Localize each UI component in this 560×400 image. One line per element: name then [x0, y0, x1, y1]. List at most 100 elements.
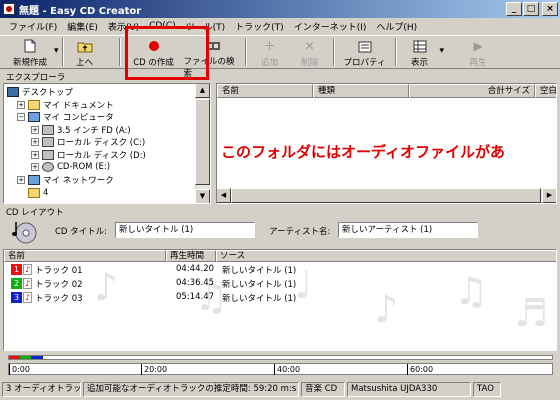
scroll-up-icon[interactable]: ▲: [195, 84, 210, 98]
app-window: 無題 - Easy CD Creator _ □ × ファイル(F) 編集(E)…: [0, 0, 560, 400]
find-files-button[interactable]: ファイルの検索: [184, 36, 242, 79]
list-h-scrollbar[interactable]: ◀ ▶: [217, 188, 556, 203]
track-name: トラック 02: [35, 280, 83, 290]
menu-bar: ファイル(F) 編集(E) 表示(V) CD(C) ツール(T) トラック(T)…: [0, 18, 560, 34]
track-duration: 05:14.47: [176, 292, 215, 302]
track-list[interactable]: ♪ ♫ ♩ ♪ ♫ ♬ 名前 再生時間 ソース 1 ♪ トラック 01 04:4…: [3, 249, 557, 351]
app-icon[interactable]: [3, 3, 15, 15]
plus-icon: ＋: [263, 39, 276, 53]
minimize-button[interactable]: _: [506, 2, 522, 16]
cd-music-icon: [12, 220, 38, 247]
play-button[interactable]: ▶ 再生: [458, 36, 498, 68]
track-row[interactable]: 2 ♪ トラック 02 04:36.45 新しいタイトル (1): [4, 277, 556, 290]
scroll-thumb[interactable]: [195, 99, 210, 185]
track-duration: 04:44.20: [176, 264, 215, 274]
tree-scrollbar[interactable]: ▲ ▼: [195, 84, 210, 203]
time-ruler: 0:00 20:00 40:00 60:00: [8, 363, 553, 375]
tree-item-drive-d[interactable]: + ローカル ディスク (D:): [31, 149, 146, 161]
tree-item-desktop[interactable]: デスクトップ: [7, 86, 73, 98]
add-button[interactable]: ＋ 追加: [250, 36, 290, 68]
up-label: 上へ: [76, 58, 94, 68]
tree-item-my-documents[interactable]: + マイ ドキュメント: [17, 99, 114, 111]
track-name: トラック 03: [35, 294, 83, 304]
collapse-icon[interactable]: −: [17, 113, 25, 121]
folder-icon: [28, 188, 40, 198]
create-cd-button[interactable]: CD の作成: [124, 36, 184, 68]
properties-button[interactable]: プロパティ: [338, 36, 392, 68]
expand-icon[interactable]: +: [31, 151, 39, 159]
ruler-tick: [274, 364, 275, 375]
tree-item-my-computer[interactable]: − マイ コンピュータ: [17, 111, 114, 123]
scroll-left-icon[interactable]: ◀: [217, 188, 231, 203]
create-cd-label: CD の作成: [133, 58, 174, 68]
col-free[interactable]: 空白: [535, 84, 556, 98]
view-button[interactable]: 表示: [400, 36, 440, 68]
col-type[interactable]: 種類: [313, 84, 409, 98]
cd-title-label: CD タイトル:: [55, 227, 108, 237]
floppy-icon: [42, 125, 54, 135]
menu-help[interactable]: ヘルプ(H): [371, 20, 422, 33]
up-button[interactable]: 上へ: [67, 36, 103, 68]
scroll-down-icon[interactable]: ▼: [195, 189, 210, 203]
track-source: 新しいタイトル (1): [222, 266, 297, 276]
title-bar[interactable]: 無題 - Easy CD Creator _ □ ×: [0, 0, 560, 18]
expand-icon[interactable]: +: [31, 138, 39, 146]
ruler-label: 40:00: [277, 365, 301, 374]
drive-icon: [42, 137, 54, 147]
new-project-dropdown-icon[interactable]: ▾: [54, 46, 59, 56]
col-duration[interactable]: 再生時間: [166, 250, 216, 262]
tree-item-floppy[interactable]: + 3.5 インチ FD (A:): [31, 124, 131, 136]
expand-icon[interactable]: +: [17, 176, 25, 184]
delete-button[interactable]: ✕ 削除: [290, 36, 330, 68]
track-row[interactable]: 1 ♪ トラック 01 04:44.20 新しいタイトル (1): [4, 263, 556, 276]
h-scroll-thumb[interactable]: [231, 188, 541, 203]
status-remaining: 追加可能なオーディオトラックの推定時間: 59:20 m:s: [83, 381, 299, 397]
menu-track[interactable]: トラック(T): [230, 20, 289, 33]
menu-internet[interactable]: インターネット(I): [289, 20, 372, 33]
tree-item-network[interactable]: + マイ ネットワーク: [17, 174, 114, 186]
menu-edit[interactable]: 編集(E): [62, 20, 103, 33]
properties-label: プロパティ: [343, 58, 386, 68]
record-icon: [146, 39, 162, 53]
track-number-badge: 3: [11, 292, 22, 303]
menu-cd[interactable]: CD(C): [144, 21, 181, 31]
audio-file-icon: ♪: [23, 278, 32, 289]
col-source[interactable]: ソース: [216, 250, 556, 262]
menu-tools[interactable]: ツール(T): [181, 20, 231, 33]
file-list[interactable]: 名前 種類 合計サイズ 空白 このフォルダにはオーディオファイルがあ ◀ ▶: [216, 83, 557, 204]
artist-label: アーティスト名:: [269, 227, 331, 237]
expand-icon[interactable]: +: [31, 126, 39, 134]
find-files-icon: [205, 39, 221, 52]
ruler-tick: [141, 364, 142, 375]
cd-title-input[interactable]: 新しいタイトル (1): [115, 222, 255, 238]
expand-icon[interactable]: +: [17, 101, 25, 109]
toolbar-separator: [244, 38, 247, 66]
find-files-label: ファイルの検索: [183, 57, 235, 79]
expand-icon[interactable]: +: [31, 163, 39, 171]
track-usage-bar: [8, 355, 553, 360]
col-track-name[interactable]: 名前: [4, 250, 166, 262]
artist-input[interactable]: 新しいアーティスト (1): [338, 222, 478, 238]
tree-item-cdrom[interactable]: + CD-ROM (E:): [31, 161, 110, 173]
menu-file[interactable]: ファイル(F): [4, 20, 62, 33]
close-button[interactable]: ×: [542, 2, 558, 16]
delete-x-icon: ✕: [304, 39, 315, 53]
delete-label: 削除: [301, 58, 319, 68]
tree-item-drive-c[interactable]: + ローカル ディスク (C:): [31, 136, 145, 148]
folder-tree[interactable]: デスクトップ + マイ ドキュメント − マイ コンピュータ + 3.5 インチ…: [3, 83, 211, 204]
folder-up-icon: [77, 39, 93, 53]
status-drive: Matsushita UJDA330: [347, 381, 471, 397]
track-row[interactable]: 3 ♪ トラック 03 05:14.47 新しいタイトル (1): [4, 291, 556, 304]
toolbar-separator: [118, 38, 121, 66]
status-mode: TAO: [473, 381, 501, 397]
col-name[interactable]: 名前: [217, 84, 313, 98]
tree-item-4[interactable]: 4: [28, 187, 48, 199]
new-project-button[interactable]: 新規作成: [6, 36, 54, 68]
col-size[interactable]: 合計サイズ: [409, 84, 535, 98]
track-name: トラック 01: [35, 266, 83, 276]
track-1-segment: [9, 356, 20, 359]
scroll-right-icon[interactable]: ▶: [542, 188, 556, 203]
menu-view[interactable]: 表示(V): [103, 20, 144, 33]
view-dropdown-icon[interactable]: ▾: [440, 46, 445, 56]
maximize-button[interactable]: □: [523, 2, 539, 16]
